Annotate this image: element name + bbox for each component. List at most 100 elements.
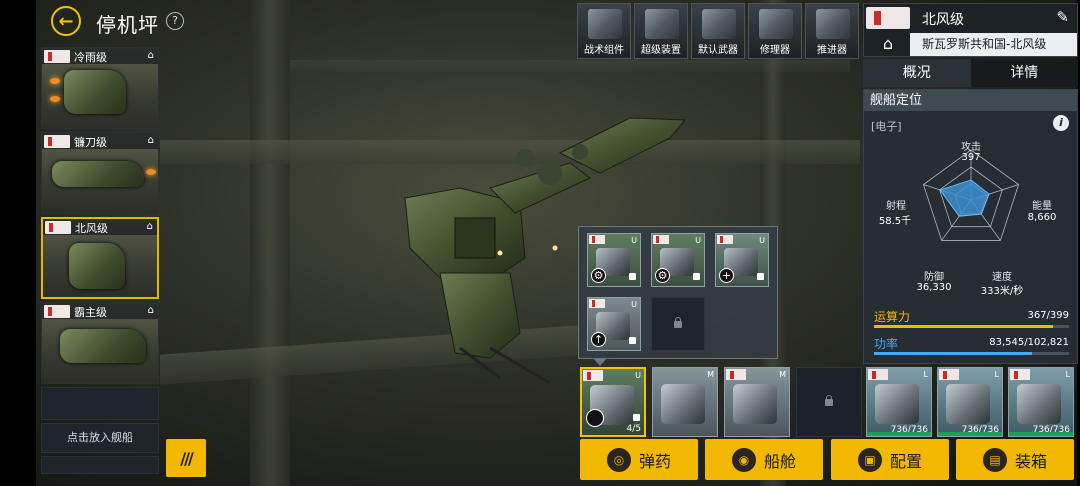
module-slot[interactable]: L 736/736 — [866, 367, 932, 437]
tier-tag — [583, 370, 603, 381]
stat-capacity-value: 8,660 — [1027, 212, 1057, 223]
popup-module[interactable]: U + — [715, 233, 769, 287]
tab-super-device[interactable]: 超级装置 — [634, 3, 688, 59]
popup-module[interactable]: U ⚙ — [651, 233, 705, 287]
power-value: 83,545/102,821 — [989, 337, 1069, 348]
stat-speed-value: 333米/秒 — [980, 286, 1024, 297]
locked-module-slot[interactable] — [651, 297, 705, 351]
module-slot[interactable]: M — [652, 367, 718, 437]
module-slot[interactable]: L 736/736 — [1008, 367, 1074, 437]
info-icon[interactable]: i — [1053, 115, 1069, 131]
lock-icon — [757, 273, 764, 280]
gear-icon — [586, 409, 604, 427]
ship-card-selected[interactable]: 北风级 ⌂ — [41, 217, 159, 299]
ship-card[interactable]: 霸主级 ⌂ — [41, 302, 159, 384]
launcher-icon — [733, 384, 777, 424]
tier-tag — [589, 299, 605, 308]
module-tabs: 战术组件 超级装置 默认武器 修理器 推进器 — [577, 3, 859, 59]
ship-card[interactable]: 冷雨级 ⌂ — [41, 47, 159, 129]
ship-role-panel: 舰船定位 [电子] i 攻击 397 能量 8,660 速度 333米/秒 防御… — [863, 89, 1078, 364]
slot-count: 4/5 — [626, 424, 641, 434]
arrow-up-icon: ↑ — [591, 332, 606, 347]
module-slot[interactable]: M — [724, 367, 790, 437]
power-label: 功率 — [874, 337, 899, 351]
default-weapon-icon — [702, 9, 736, 39]
plus-icon: + — [719, 268, 734, 283]
stat-attack-label: 攻击 — [961, 142, 981, 153]
tab-details[interactable]: 详情 — [970, 59, 1078, 87]
ship-thumbnail — [60, 329, 146, 363]
empty-ship-slot[interactable] — [41, 456, 159, 474]
cabin-button[interactable]: ◉ 船舱 — [705, 439, 823, 480]
tab-overview[interactable]: 概况 — [863, 59, 971, 87]
tier-tag — [868, 369, 888, 380]
ammo-button[interactable]: ◎ 弹药 — [580, 439, 698, 480]
menu-button[interactable]: /// — [166, 439, 206, 477]
crate-label: 装箱 — [1014, 451, 1047, 471]
tab-default-weapon[interactable]: 默认武器 — [691, 3, 745, 59]
stat-speed-label: 速度 — [992, 272, 1012, 283]
popup-module[interactable]: U ⚙ — [587, 233, 641, 287]
turret-icon — [661, 384, 705, 424]
ship-name: 镰刀级 — [74, 136, 107, 149]
ship-faction: 斯瓦罗斯共和国-北风级 — [910, 33, 1077, 56]
stat-defense-label: 防御 — [924, 272, 944, 283]
compute-label: 运算力 — [874, 310, 911, 324]
hp-bar — [938, 432, 1002, 436]
slot-type: L — [994, 370, 999, 379]
stat-capacity-label: 能量 — [1032, 201, 1052, 212]
ship-card[interactable]: 镰刀级 ⌂ — [41, 132, 159, 214]
heavy-turret-icon — [1017, 384, 1061, 424]
tier-tag — [726, 369, 746, 380]
slot-type: L — [1065, 370, 1070, 379]
weapon-slot-selected[interactable]: U 4/5 — [580, 367, 646, 437]
tier-tag — [717, 235, 733, 244]
ship-class-icon: ⌂ — [147, 50, 154, 61]
tab-thruster[interactable]: 推进器 — [805, 3, 859, 59]
crate-button[interactable]: ▤ 装箱 — [956, 439, 1074, 480]
ship-class-icon: ⌂ — [147, 305, 154, 316]
slot-type: M — [707, 370, 714, 379]
tab-label: 超级装置 — [641, 45, 681, 56]
stat-range-value: 58.5千 — [878, 216, 912, 227]
empty-ship-slot[interactable] — [41, 387, 159, 420]
role-title: 舰船定位 — [864, 90, 1077, 111]
compute-value: 367/399 — [1027, 310, 1069, 321]
tier-tag — [44, 135, 70, 148]
module-slot[interactable]: L 736/736 — [937, 367, 1003, 437]
thruster-icon — [816, 9, 850, 39]
slot-type: U — [759, 236, 765, 245]
lock-icon — [693, 273, 700, 280]
edit-icon[interactable]: ✎ — [1056, 8, 1069, 26]
tab-label: 推进器 — [817, 45, 847, 56]
ship-class-icon: ⌂ — [146, 221, 153, 232]
locked-module-slot[interactable] — [796, 367, 862, 437]
lock-icon — [629, 273, 636, 280]
ship-list: 冷雨级 ⌂ 镰刀级 ⌂ 北风级 ⌂ 霸主级 ⌂ 点击放入舰船 — [41, 47, 161, 474]
ship-thumbnail — [52, 161, 144, 187]
popup-module[interactable]: U ↑ — [587, 297, 641, 351]
engine-glow — [146, 169, 156, 175]
tab-repairer[interactable]: 修理器 — [748, 3, 802, 59]
lock-icon — [633, 414, 640, 421]
cabin-label: 船舱 — [763, 451, 796, 471]
ship-class-icon: ⌂ — [147, 135, 154, 146]
slot-type: U — [695, 236, 701, 245]
tier-tag — [44, 50, 70, 63]
tier-tag — [1010, 369, 1030, 380]
config-button[interactable]: ▣ 配置 — [831, 439, 949, 480]
tier-tag — [45, 221, 71, 234]
ship-name: 霸主级 — [74, 306, 107, 319]
hangar-screen: ← 停机坪 ? 冷雨级 ⌂ 镰刀级 ⌂ 北风级 ⌂ 霸主级 ⌂ 点击放入舰船 /… — [0, 0, 1080, 486]
gear-icon: ⚙ — [655, 268, 670, 283]
tab-label: 战术组件 — [584, 45, 624, 56]
radar-value-shape — [939, 179, 990, 217]
stat-attack-value: 397 — [961, 152, 981, 163]
back-button[interactable]: ← — [51, 6, 81, 36]
tier-tag — [939, 369, 959, 380]
place-ship-slot[interactable]: 点击放入舰船 — [41, 423, 159, 453]
ammo-label: 弹药 — [638, 451, 671, 471]
tab-tactical-component[interactable]: 战术组件 — [577, 3, 631, 59]
help-button[interactable]: ? — [166, 12, 184, 30]
hangar-beam — [290, 60, 850, 72]
